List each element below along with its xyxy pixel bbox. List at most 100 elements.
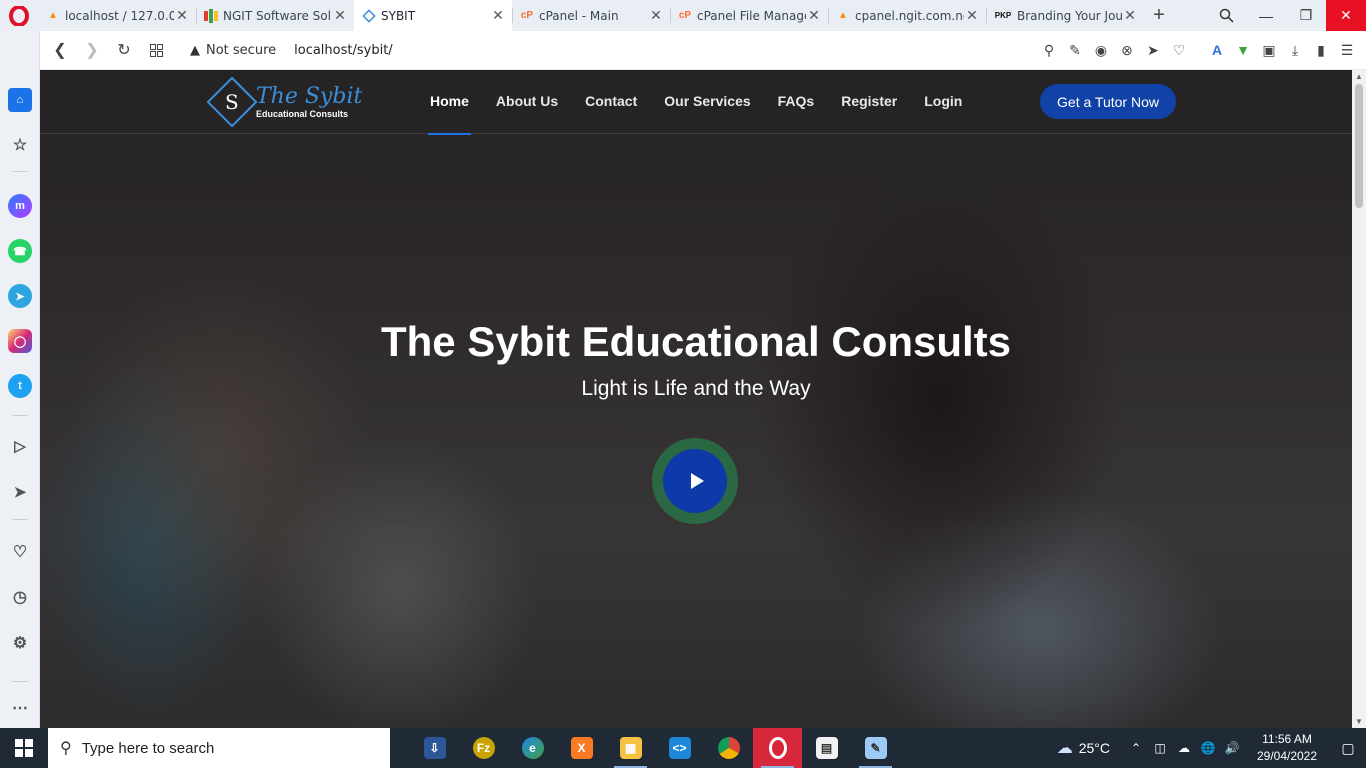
tab-cpanel-main[interactable]: cP cPanel - Main ✕ <box>512 0 670 31</box>
close-tab-icon[interactable]: ✕ <box>964 7 980 24</box>
scrollbar-thumb[interactable] <box>1355 84 1363 208</box>
tab-cpanel-ngit[interactable]: ▲ cpanel.ngit.com.ng ✕ <box>828 0 986 31</box>
more-icon[interactable]: ⋯ <box>8 696 32 720</box>
adblock-icon[interactable]: ⊗ <box>1114 42 1140 59</box>
close-tab-icon[interactable]: ✕ <box>648 7 664 24</box>
windows-icon <box>15 739 33 757</box>
back-button[interactable]: ❮ <box>44 34 76 66</box>
edit-icon[interactable]: ✎ <box>1062 42 1088 59</box>
scroll-down-icon[interactable]: ▼ <box>1352 717 1366 726</box>
clock[interactable]: 11:56 AM 29/04/2022 <box>1250 731 1324 765</box>
tab-localhost[interactable]: ▲ localhost / 127.0.0.1 ✕ <box>38 0 196 31</box>
star-icon[interactable]: ☆ <box>8 133 32 157</box>
tab-branding[interactable]: PKP Branding Your Journ ✕ <box>986 0 1144 31</box>
close-tab-icon[interactable]: ✕ <box>174 7 190 24</box>
close-tab-icon[interactable]: ✕ <box>806 7 822 24</box>
messenger-icon[interactable]: m <box>8 194 32 218</box>
nav-register[interactable]: Register <box>841 70 897 134</box>
taskbar-app-edge[interactable]: e <box>508 728 557 768</box>
nav-our-services[interactable]: Our Services <box>664 70 750 134</box>
hero-subtitle: Light is Life and the Way <box>581 377 811 400</box>
taskbar-app-file-explorer[interactable]: ▦ <box>606 728 655 768</box>
close-tab-icon[interactable]: ✕ <box>332 7 348 24</box>
cloud-icon: ☁ <box>1056 740 1073 757</box>
nav-contact[interactable]: Contact <box>585 70 637 134</box>
vertical-scrollbar[interactable]: ▲ ▼ <box>1352 70 1366 728</box>
telegram-icon[interactable]: ➤ <box>8 284 32 308</box>
close-tab-icon[interactable]: ✕ <box>490 7 506 24</box>
easy-setup-icon[interactable]: ☰ <box>1334 42 1360 59</box>
nav-login[interactable]: Login <box>924 70 962 134</box>
logo-mark: S <box>206 76 258 128</box>
twitter-icon[interactable]: t <box>8 374 32 398</box>
opera-menu-button[interactable] <box>0 0 38 31</box>
battery-icon[interactable]: ▮ <box>1308 42 1334 59</box>
taskbar-app-xampp[interactable]: X <box>557 728 606 768</box>
site-logo[interactable]: S The Sybit Educational Consults <box>206 76 363 128</box>
search-tabs-icon[interactable] <box>1206 0 1246 31</box>
send-icon[interactable]: ➤ <box>1140 42 1166 59</box>
play-video-button[interactable] <box>652 438 738 524</box>
restore-button[interactable]: ❐ <box>1286 0 1326 31</box>
download-extension-icon[interactable]: ▼ <box>1230 42 1256 58</box>
sybit-icon <box>362 8 376 23</box>
pkp-icon: PKP <box>994 11 1012 20</box>
taskbar-app-filezilla[interactable]: Fz <box>459 728 508 768</box>
volume-icon[interactable]: 🔊 <box>1220 741 1244 755</box>
minimize-button[interactable]: — <box>1246 0 1286 31</box>
downloads-icon[interactable]: ⤓ <box>1282 42 1308 59</box>
weather-widget[interactable]: ☁ 25°C <box>1057 738 1110 758</box>
taskbar-app-opera[interactable] <box>753 728 802 768</box>
warning-icon: ▲ <box>190 42 200 58</box>
nav-home[interactable]: Home <box>428 70 471 135</box>
taskbar-app-notepad[interactable]: ▤ <box>802 728 851 768</box>
hero-title: The Sybit Educational Consults <box>380 318 1012 365</box>
taskbar-app-chrome[interactable] <box>704 728 753 768</box>
tab-cpanel-file-manager[interactable]: cP cPanel File Manage ✕ <box>670 0 828 31</box>
settings-icon[interactable]: ⚙ <box>8 631 32 655</box>
taskbar-apps: ⇩ Fz e X ▦ <> ▤ ✎ <box>410 728 900 768</box>
start-button[interactable] <box>0 728 48 768</box>
nav-faqs[interactable]: FAQs <box>778 70 815 134</box>
forward-button[interactable]: ❯ <box>76 34 108 66</box>
home-icon[interactable]: ⌂ <box>8 88 32 112</box>
new-tab-button[interactable]: + <box>1144 0 1174 31</box>
notifications-icon[interactable]: ▢ <box>1330 740 1366 757</box>
player-icon[interactable]: ▷ <box>8 434 32 458</box>
instagram-icon[interactable]: ◯ <box>8 329 32 353</box>
translate-icon[interactable]: A <box>1204 42 1230 58</box>
zoom-icon[interactable]: ⚲ <box>1036 42 1062 59</box>
taskbar-app-installer[interactable]: ⇩ <box>410 728 459 768</box>
url-field[interactable]: localhost/sybit/ <box>294 43 393 58</box>
close-window-button[interactable]: ✕ <box>1326 0 1366 31</box>
onedrive-icon[interactable]: ☁ <box>1172 741 1196 755</box>
history-icon[interactable]: ◷ <box>8 585 32 609</box>
search-placeholder: Type here to search <box>81 739 215 757</box>
nav-about-us[interactable]: About Us <box>496 70 558 134</box>
brand-name: The Sybit <box>256 83 363 109</box>
whatsapp-icon[interactable]: ☎ <box>8 239 32 263</box>
send-icon[interactable]: ➤ <box>8 480 32 504</box>
scroll-up-icon[interactable]: ▲ <box>1352 72 1366 81</box>
device-icon[interactable]: ◫ <box>1148 741 1172 755</box>
taskbar-app-vscode[interactable]: <> <box>655 728 704 768</box>
security-indicator[interactable]: ▲ Not secure <box>190 43 276 58</box>
tab-ngit[interactable]: NGIT Software Solu ✕ <box>196 0 354 31</box>
clock-time: 11:56 AM <box>1262 732 1312 746</box>
heart-icon[interactable]: ♡ <box>1166 42 1192 59</box>
reload-button[interactable]: ↻ <box>108 34 140 66</box>
cube-icon[interactable]: ▣ <box>1256 42 1282 59</box>
tiles-icon[interactable] <box>140 34 172 66</box>
phpmyadmin-icon: ▲ <box>838 10 848 21</box>
taskbar-app-paint[interactable]: ✎ <box>851 728 900 768</box>
close-tab-icon[interactable]: ✕ <box>1122 7 1138 24</box>
get-a-tutor-button[interactable]: Get a Tutor Now <box>1040 84 1176 119</box>
heart-icon[interactable]: ♡ <box>8 540 32 564</box>
taskbar-search[interactable]: ⚲ Type here to search <box>48 728 390 768</box>
toolbar-icons: ⚲ ✎ ◉ ⊗ ➤ ♡ A ▼ ▣ ⤓ ▮ ☰ <box>1036 42 1366 59</box>
tab-sybit[interactable]: SYBIT ✕ <box>354 0 512 31</box>
chevron-up-icon[interactable]: ⌃ <box>1124 741 1148 755</box>
network-icon[interactable]: 🌐 <box>1196 741 1220 755</box>
windows-taskbar: ⚲ Type here to search ⇩ Fz e X ▦ <> ▤ ✎ … <box>0 728 1366 768</box>
camera-icon[interactable]: ◉ <box>1088 42 1114 59</box>
